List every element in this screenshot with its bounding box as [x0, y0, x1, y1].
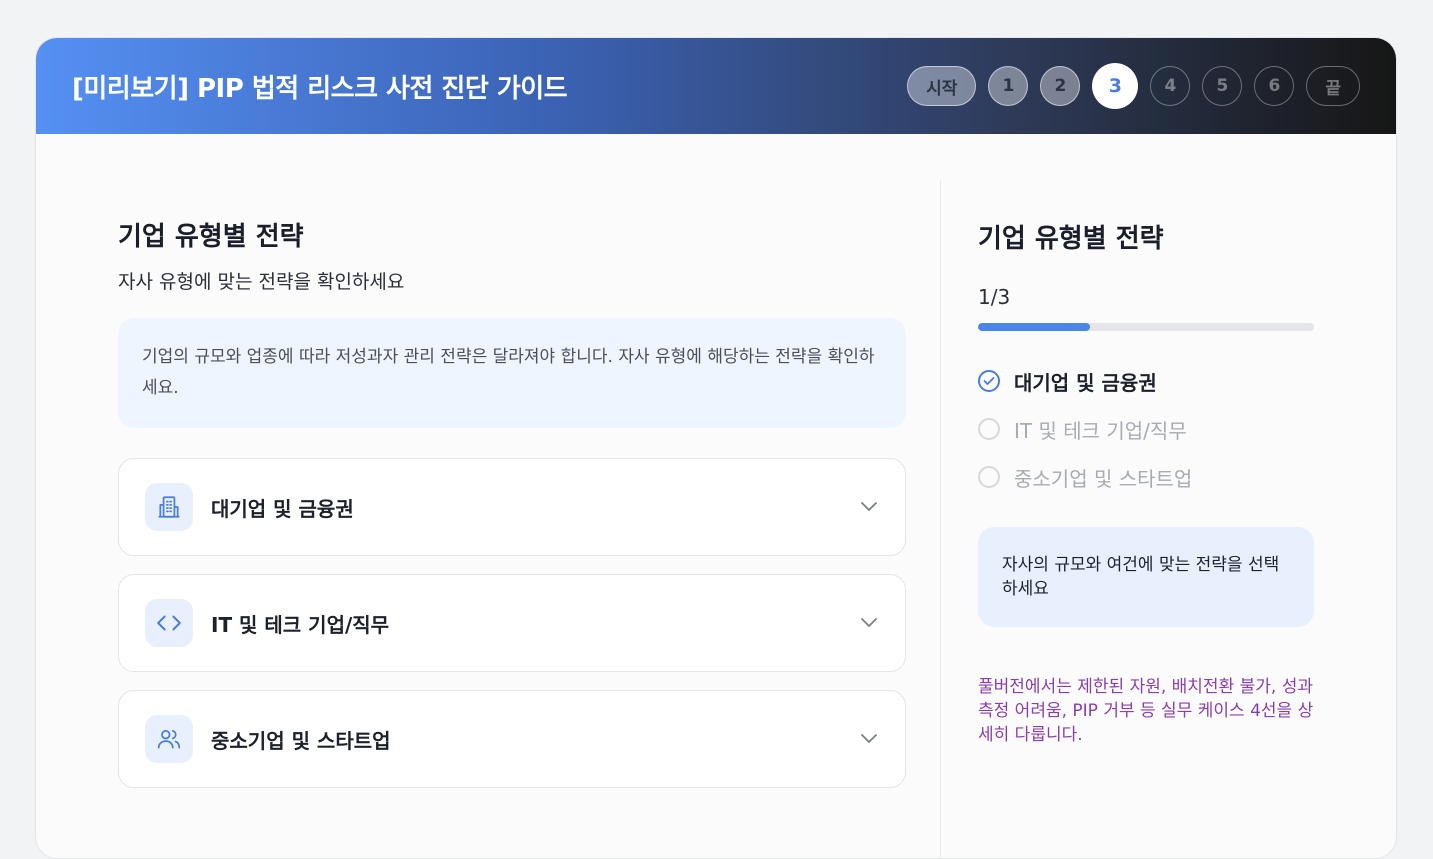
- sidebar-item-label: 대기업 및 금융권: [1014, 370, 1157, 395]
- sidebar-item-enterprise-finance[interactable]: 대기업 및 금융권: [978, 357, 1314, 405]
- progress-counter: 1/3: [978, 285, 1011, 309]
- accordion-label: 중소기업 및 스타트업: [211, 728, 391, 753]
- step-end[interactable]: 끝: [1306, 66, 1360, 106]
- accordion-it-tech[interactable]: IT 및 테크 기업/직무: [118, 574, 906, 672]
- header: [미리보기] PIP 법적 리스크 사전 진단 가이드 시작 1 2 3 4 5…: [36, 38, 1396, 134]
- sidebar-item-sme-startup[interactable]: 중소기업 및 스타트업: [978, 453, 1314, 501]
- building-icon: [145, 483, 193, 531]
- section-subtitle: 자사 유형에 맞는 전략을 확인하세요: [118, 271, 405, 293]
- step-2[interactable]: 2: [1040, 66, 1081, 106]
- sidebar-item-label: IT 및 테크 기업/직무: [1014, 418, 1187, 443]
- accordion-label: IT 및 테크 기업/직무: [211, 612, 390, 637]
- step-3-current[interactable]: 3: [1092, 63, 1139, 109]
- chevron-down-icon[interactable]: [859, 497, 879, 517]
- section-title: 기업 유형별 전략: [118, 222, 304, 252]
- empty-circle-icon: [978, 418, 1000, 440]
- step-5[interactable]: 5: [1202, 66, 1243, 106]
- chevron-down-icon[interactable]: [859, 613, 879, 633]
- code-icon: [145, 599, 193, 647]
- step-1[interactable]: 1: [988, 66, 1029, 106]
- sidebar: 기업 유형별 전략 1/3 대기업 및 금융권 IT 및 테크 기업/직무 중소…: [978, 218, 1314, 747]
- accordion-label: 대기업 및 금융권: [211, 496, 354, 521]
- sidebar-item-label: 중소기업 및 스타트업: [1014, 466, 1193, 491]
- progress-bar-fill: [978, 323, 1090, 331]
- check-circle-icon: [978, 370, 1000, 392]
- users-icon: [145, 715, 193, 763]
- chevron-down-icon[interactable]: [859, 729, 879, 749]
- accordion-enterprise-finance[interactable]: 대기업 및 금융권: [118, 458, 906, 556]
- step-navigation: 시작 1 2 3 4 5 6 끝: [907, 63, 1360, 109]
- sidebar-title: 기업 유형별 전략: [978, 224, 1164, 254]
- progress-bar: [978, 323, 1314, 331]
- page-title: [미리보기] PIP 법적 리스크 사전 진단 가이드: [72, 73, 568, 104]
- main-content: 기업 유형별 전략 자사 유형에 맞는 전략을 확인하세요 기업의 규모와 업종…: [118, 216, 906, 806]
- accordion-sme-startup[interactable]: 중소기업 및 스타트업: [118, 690, 906, 788]
- step-4[interactable]: 4: [1150, 66, 1191, 106]
- full-version-promo: 풀버전에서는 제한된 자원, 배치전환 불가, 성과 측정 어려움, PIP 거…: [978, 677, 1314, 745]
- step-6[interactable]: 6: [1254, 66, 1295, 106]
- hint-box: 자사의 규모와 여건에 맞는 전략을 선택하세요: [978, 527, 1314, 627]
- step-start[interactable]: 시작: [907, 66, 977, 106]
- sidebar-item-it-tech[interactable]: IT 및 테크 기업/직무: [978, 405, 1314, 453]
- guide-card: [미리보기] PIP 법적 리스크 사전 진단 가이드 시작 1 2 3 4 5…: [35, 37, 1397, 859]
- column-divider: [940, 180, 941, 858]
- info-box: 기업의 규모와 업종에 따라 저성과자 관리 전략은 달라져야 합니다. 자사 …: [118, 318, 906, 428]
- empty-circle-icon: [978, 466, 1000, 488]
